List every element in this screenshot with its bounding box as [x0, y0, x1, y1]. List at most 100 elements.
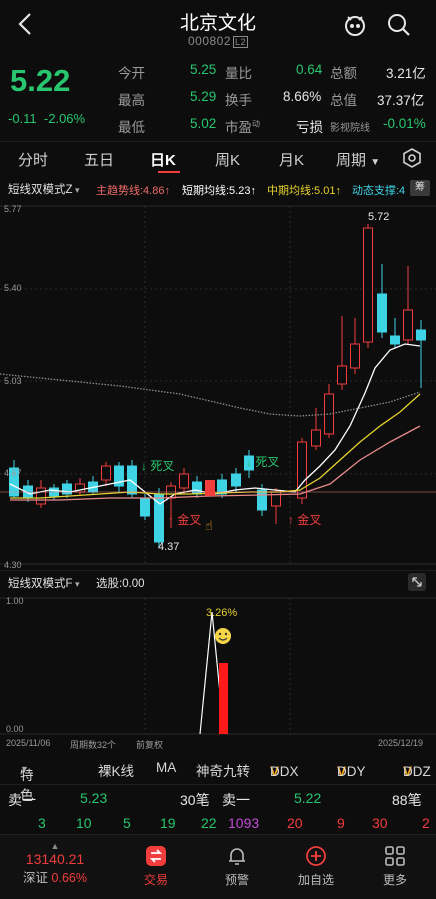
stock-code: 000802 L2 [187, 34, 249, 48]
candle-body [257, 489, 267, 511]
queue-num: 22 [201, 815, 217, 831]
tab-intraday[interactable]: 分时 [18, 149, 48, 170]
sector-label[interactable]: 影视院线 [330, 119, 370, 134]
main-trend-value: 主趋势线:4.86↑ [96, 185, 170, 197]
queue-num: 1093 [228, 815, 260, 831]
chip-distribution-button[interactable]: 筹 [410, 180, 430, 196]
level2-badge: L2 [233, 36, 249, 48]
axis-mid2: 5.03 [4, 376, 22, 386]
candle-body [363, 227, 373, 343]
candle-body [403, 309, 413, 341]
indicator-mode-select[interactable]: 短线双模式Z ▾ [8, 181, 80, 197]
top-bar: 北京文化 000802 L2 [0, 0, 436, 56]
nav-trade[interactable]: 交易 [126, 845, 186, 888]
queue-num: 20 [287, 815, 303, 831]
tab-weekly-k[interactable]: 周K [215, 149, 240, 170]
candle-body [337, 365, 347, 385]
nav-more[interactable]: 更多 [365, 845, 425, 888]
settings-icon[interactable] [402, 148, 422, 168]
signal-bar [219, 663, 228, 734]
trade-icon [146, 846, 166, 866]
low-label: 最低 [118, 120, 145, 135]
open-value: 5.25 [190, 62, 217, 77]
tab-period[interactable]: 周期 ▼ [336, 149, 380, 170]
current-price: 5.22 [10, 63, 71, 98]
bottom-nav: ▲ 13140.21 深证 0.66% 交易 预警 加自选 更多 [0, 834, 436, 899]
volume-ratio-value: 0.64 [296, 62, 323, 77]
nav-alert[interactable]: 预警 [207, 845, 267, 888]
lower-indicator-chart[interactable]: 1.00 0.00 3.26% [0, 592, 436, 738]
pointing-hand-icon: ☝ [205, 519, 213, 534]
grid-icon [385, 846, 405, 866]
sell-one-label-2: 卖一 [222, 792, 250, 808]
index-widget[interactable]: ▲ 13140.21 深证 0.66% [0, 841, 110, 886]
date-start: 2025/11/06 [6, 738, 51, 748]
period-tabs: 分时 五日 日K 周K 月K 周期 ▼ [0, 143, 436, 175]
high-value: 5.29 [190, 89, 217, 104]
market-cap-value: 37.37亿 [377, 93, 425, 108]
low-marker: 4.37 [158, 541, 179, 553]
expand-icon[interactable] [408, 573, 426, 591]
turnover-rate-label: 换手 [225, 93, 252, 108]
open-label: 今开 [118, 66, 145, 81]
chevron-up-icon: ▲ [50, 841, 60, 851]
axis-mid1: 5.40 [4, 283, 22, 293]
lower-axis-bottom: 0.00 [6, 724, 24, 734]
index-pct: 0.66% [51, 871, 87, 885]
queue-num: 30 [372, 815, 388, 831]
naked-k-button[interactable]: 裸K线 [98, 760, 134, 780]
pe-value: 亏损 [296, 120, 323, 135]
volume-ratio-label: 量比 [225, 66, 252, 81]
nav-add-watchlist[interactable]: 加自选 [286, 845, 346, 888]
divider [0, 141, 436, 142]
bell-icon [229, 848, 245, 865]
stock-pick-value: 选股:0.00 [96, 578, 145, 590]
queue-num: 5 [123, 815, 131, 831]
queue-num: 2 [422, 815, 430, 831]
lower-indicator-select[interactable]: 短线双模式F ▾ [8, 575, 80, 591]
period-count: 周期数32个 [70, 740, 117, 750]
indicator-toolbar: 特色 ▼ 裸K线 MA 神奇九转 V DDX V DDY V DDZ [20, 760, 431, 803]
magic-nine-button[interactable]: 神奇九转 [196, 760, 250, 780]
death-cross-2: ↓ 死叉 [246, 455, 279, 469]
queue-num: 19 [160, 815, 176, 831]
candle-body [140, 497, 150, 517]
axis-top: 5.77 [4, 204, 22, 214]
candle-body [231, 473, 241, 487]
ma-button[interactable]: MA [156, 760, 176, 775]
pe-label: 市盈动 [225, 119, 260, 136]
robot-assistant-icon[interactable] [342, 12, 368, 38]
candle-body [390, 335, 400, 345]
index-value: 13140.21 [25, 851, 85, 867]
search-icon[interactable] [386, 12, 412, 38]
date-end: 2025/12/19 [378, 738, 424, 748]
candle-body [324, 393, 334, 435]
high-marker: 5.72 [368, 211, 389, 223]
sell-one-label: 卖一 [8, 792, 36, 808]
sell-one-price-2: 5.22 [294, 790, 322, 806]
death-cross-1: ↓ 死叉 [141, 459, 174, 473]
price-change: -0.11 -2.06% [8, 111, 86, 126]
candle-body [350, 343, 360, 369]
candle-body [36, 487, 46, 505]
queue-num: 3 [38, 815, 46, 831]
caret-down-icon: ▼ [20, 764, 29, 774]
indicator-legend: 短线双模式Z ▾ 主趋势线:4.86↑ 短期均线:5.23↑ 中期均线:5.01… [0, 180, 436, 198]
high-label: 最高 [118, 93, 145, 108]
candle-body [179, 473, 189, 489]
divider [0, 784, 436, 785]
tab-daily-k[interactable]: 日K [150, 149, 176, 170]
turnover-amount-value: 3.21亿 [386, 66, 426, 81]
tab-monthly-k[interactable]: 月K [279, 149, 304, 170]
candle-body [101, 465, 111, 481]
lower-axis-top: 1.00 [6, 596, 24, 606]
sector-change: -0.01% [383, 116, 426, 131]
queue-num: 10 [76, 815, 92, 831]
active-tab-indicator [158, 171, 180, 173]
tab-five-day[interactable]: 五日 [84, 149, 114, 170]
queue-num: 9 [337, 815, 345, 831]
golden-cross-2: ↑ 金叉 [288, 512, 321, 527]
golden-cross-1: ↑ 金叉 [168, 512, 201, 527]
low-value: 5.02 [190, 116, 217, 131]
candlestick-chart[interactable]: 5.77 5.40 5.03 4.67 4.30 5.72 4.37 ↓ 死叉 … [0, 198, 436, 570]
